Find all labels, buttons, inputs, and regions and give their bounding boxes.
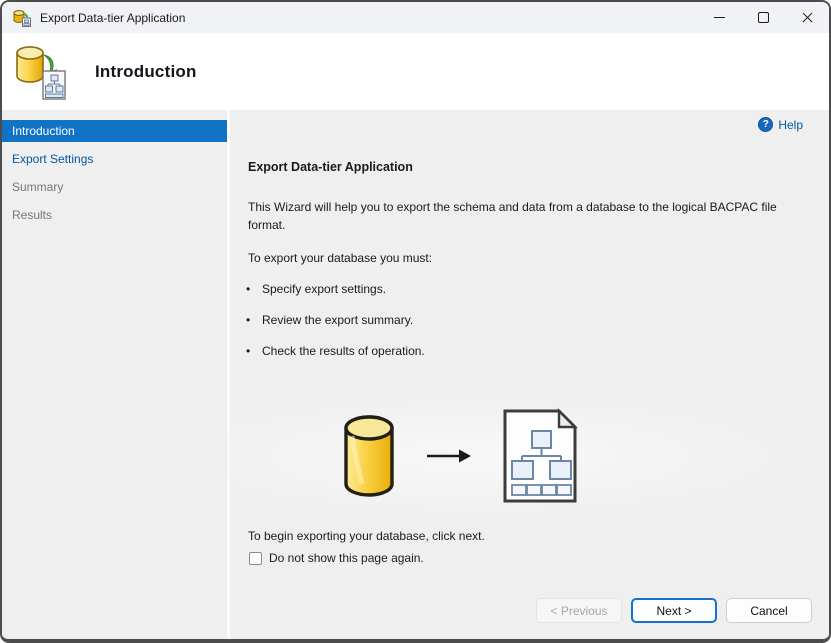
maximize-button[interactable] [741,2,785,33]
database-to-bacpac-icon [16,45,66,100]
close-button[interactable] [785,2,829,33]
dont-show-again-label: Do not show this page again. [269,551,424,565]
maximize-icon [757,12,769,23]
minimize-button[interactable] [697,2,741,33]
help-label: Help [778,117,803,132]
illustration-group [342,407,580,505]
close-icon [801,11,814,24]
bullet-item: Specify export settings. [246,282,386,296]
database-cylinder-icon [344,415,394,497]
content-pane: ? Help Export Data-tier Application This… [230,110,829,639]
sidebar-item-introduction[interactable]: Introduction [2,120,227,142]
dont-show-again-row: Do not show this page again. [249,551,424,565]
page-title: Introduction [95,61,197,81]
next-button[interactable]: Next > [631,598,717,623]
arrow-right-icon [427,449,471,463]
bullet-item: Check the results of operation. [246,344,425,358]
export-illustration [230,390,829,522]
wizard-header: Introduction [2,33,829,110]
sidebar-item-summary: Summary [12,180,64,194]
title-bar: Export Data-tier Application [2,2,829,33]
content-heading: Export Data-tier Application [248,160,413,174]
bacpac-document-icon [503,408,578,503]
wizard-steps-sidebar: Introduction Export Settings Summary Res… [2,110,227,639]
minimize-icon [713,17,725,18]
window-title: Export Data-tier Application [40,10,186,25]
bullet-item: Review the export summary. [246,313,413,327]
intro-paragraph: This Wizard will help you to export the … [248,200,777,232]
cancel-button[interactable]: Cancel [726,598,812,623]
requirements-intro: To export your database you must: [248,251,433,265]
main-area: Introduction Export Settings Summary Res… [2,110,829,639]
help-icon: ? [758,117,774,132]
dont-show-again-checkbox[interactable] [249,551,262,565]
database-export-icon [13,9,31,27]
window-controls [697,2,829,33]
wizard-window: Export Data-tier Application Introductio… [0,0,831,643]
help-link[interactable]: ? Help [758,117,803,132]
wizard-buttons: < Previous Next > Cancel [536,598,812,623]
closing-instruction: To begin exporting your database, click … [248,529,485,543]
previous-button: < Previous [536,598,622,623]
sidebar-item-results: Results [12,208,53,222]
sidebar-item-export-settings[interactable]: Export Settings [2,148,227,170]
